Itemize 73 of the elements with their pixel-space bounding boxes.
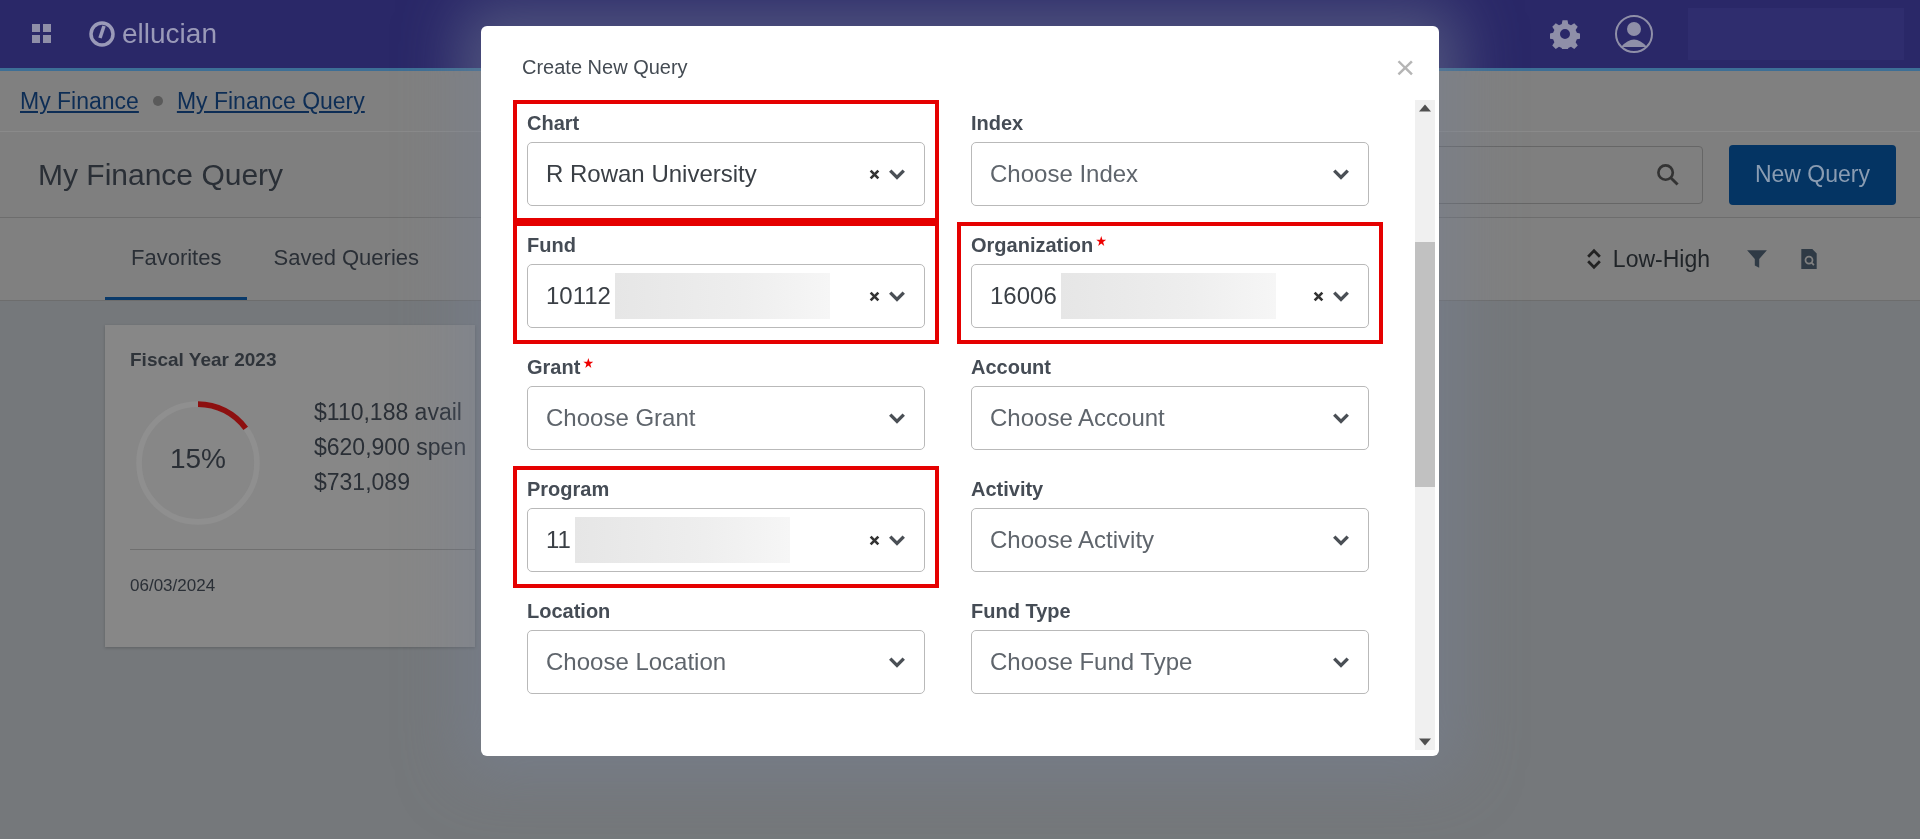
field-label: Grant	[527, 356, 581, 379]
document-search-icon[interactable]	[1798, 248, 1820, 270]
chevron-down-icon[interactable]	[888, 534, 906, 546]
field-label: Organization	[971, 234, 1094, 257]
settings-icon[interactable]	[1550, 19, 1580, 49]
search-icon	[1655, 162, 1680, 187]
budget-card[interactable]: Fiscal Year 2023 15% $110,188 avail $620,900 spen $731,089 06/03/2024	[105, 325, 475, 647]
new-query-button[interactable]: New Query	[1728, 144, 1896, 205]
scrollbar-thumb[interactable]	[1415, 242, 1435, 487]
breadcrumb-link[interactable]: My Finance Query	[176, 87, 365, 115]
dropdown-field[interactable]: Choose Grant	[527, 386, 925, 450]
chevron-down-icon[interactable]	[1332, 412, 1350, 424]
filter-icon[interactable]	[1746, 248, 1768, 270]
clear-icon[interactable]	[869, 168, 880, 180]
selected-value: 10112	[546, 282, 611, 310]
sort-icon	[1586, 247, 1601, 271]
field-label: Index	[971, 112, 1024, 135]
dropdown-field[interactable]: Choose Activity	[971, 508, 1369, 572]
field-label: Location	[527, 600, 611, 623]
chevron-down-icon[interactable]	[1332, 168, 1350, 180]
selected-value: 16006	[990, 282, 1057, 310]
field-label: Account	[971, 356, 1051, 379]
field-label: Program	[527, 478, 610, 501]
breadcrumb-link[interactable]: My Finance	[20, 87, 139, 115]
scroll-up-icon[interactable]	[1419, 104, 1431, 112]
date-text: 06/03/2024	[130, 576, 217, 596]
dialog-title: Create New Query	[522, 55, 688, 79]
field-label: Fund	[527, 234, 576, 257]
field-label: Chart	[527, 112, 580, 135]
chevron-down-icon[interactable]	[888, 168, 906, 180]
dropdown-placeholder: Choose Fund Type	[990, 648, 1193, 676]
dropdown-field[interactable]: 10112	[527, 264, 925, 328]
app-grid-icon[interactable]	[32, 24, 52, 44]
tab[interactable]: Saved Queries	[247, 218, 445, 300]
clear-icon[interactable]	[869, 534, 880, 546]
dropdown-field[interactable]: Choose Index	[971, 142, 1369, 206]
user-avatar-icon[interactable]	[1614, 14, 1654, 54]
selected-value: R Rowan University	[546, 160, 757, 188]
chevron-down-icon[interactable]	[1332, 656, 1350, 668]
dropdown-field[interactable]: 11	[527, 508, 925, 572]
chevron-down-icon[interactable]	[888, 412, 906, 424]
amount-text: $620,900 spen	[314, 434, 467, 461]
dropdown-field[interactable]: R Rowan University	[527, 142, 925, 206]
field-label: Fund Type	[971, 600, 1071, 623]
field-label: Activity	[971, 478, 1044, 501]
percent-text: 15%	[168, 443, 227, 475]
dropdown-field[interactable]: 16006	[971, 264, 1369, 328]
scroll-down-icon[interactable]	[1419, 738, 1431, 746]
dropdown-placeholder: Choose Activity	[990, 526, 1155, 554]
sort-button[interactable]: Low-High	[1580, 244, 1716, 274]
tab[interactable]: Favorites	[105, 218, 248, 300]
chevron-down-icon[interactable]	[888, 290, 906, 302]
dropdown-field[interactable]: Choose Fund Type	[971, 630, 1369, 694]
dropdown-placeholder: Choose Index	[990, 160, 1139, 188]
chevron-down-icon[interactable]	[888, 656, 906, 668]
scrollbar[interactable]	[1415, 100, 1435, 750]
chevron-down-icon[interactable]	[1332, 534, 1350, 546]
dropdown-placeholder: Choose Account	[990, 404, 1165, 432]
dropdown-placeholder: Choose Location	[546, 648, 727, 676]
logo-icon	[88, 20, 116, 48]
selected-value: 11	[546, 526, 571, 554]
chevron-down-icon[interactable]	[1332, 290, 1350, 302]
dropdown-field[interactable]: Choose Location	[527, 630, 925, 694]
page-title: My Finance Query	[38, 157, 284, 192]
dropdown-field[interactable]: Choose Account	[971, 386, 1369, 450]
card-title: Fiscal Year 2023	[130, 349, 278, 371]
logo-text: ellucian	[122, 18, 217, 50]
clear-icon[interactable]	[869, 290, 880, 302]
amount-text: $731,089	[314, 469, 411, 496]
separator-dot	[152, 96, 163, 106]
clear-icon[interactable]	[1313, 290, 1324, 302]
dropdown-placeholder: Choose Grant	[546, 404, 696, 432]
amount-text: $110,188 avail	[314, 399, 463, 426]
